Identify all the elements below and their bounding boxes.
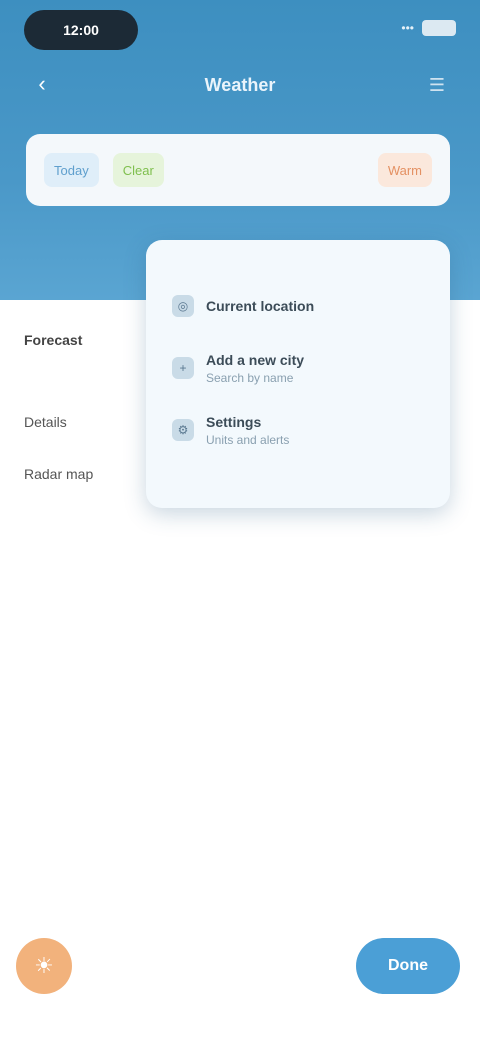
menu-item-title: Settings — [206, 413, 262, 430]
sun-icon[interactable]: ☀ — [16, 938, 72, 994]
battery-icon — [422, 20, 456, 36]
menu-item-title: Add a new city — [206, 351, 305, 368]
side-list: Forecast Details Radar map — [0, 300, 160, 520]
signal-icon: ••• — [401, 21, 414, 35]
status-pill: 12:00 — [24, 10, 138, 50]
menu-item-title: Current location — [206, 298, 315, 314]
menu-item-subtitle: Units and alerts — [206, 432, 290, 447]
chevron-left-icon[interactable]: ‹ — [28, 70, 56, 98]
menu-icon[interactable]: ☰ — [424, 72, 450, 98]
chip-warm[interactable]: Warm — [377, 153, 432, 187]
list-item-details[interactable]: Details — [24, 410, 154, 434]
location-icon: ◎ — [172, 295, 194, 317]
chip-clear[interactable]: Clear — [112, 153, 164, 187]
plus-icon: + — [172, 357, 194, 379]
done-button[interactable]: Done — [356, 938, 460, 994]
menu-item-current-location[interactable]: ◎ Current location — [164, 280, 432, 332]
popup-menu: ◎ Current location + Add a new city Sear… — [146, 240, 450, 508]
status-indicators: ••• — [401, 20, 456, 36]
page-title: Weather — [204, 74, 276, 95]
status-time: 12:00 — [63, 22, 99, 38]
chip-today[interactable]: Today — [44, 153, 99, 187]
menu-item-settings[interactable]: ⚙ Settings Units and alerts — [164, 404, 432, 456]
menu-item-subtitle: Search by name — [206, 370, 294, 385]
menu-item-add-city[interactable]: + Add a new city Search by name — [164, 342, 432, 394]
filter-card[interactable]: Today Clear Warm — [26, 134, 450, 206]
list-item-radar[interactable]: Radar map — [24, 462, 154, 486]
gear-icon: ⚙ — [172, 419, 194, 441]
list-item-forecast[interactable]: Forecast — [24, 328, 154, 352]
